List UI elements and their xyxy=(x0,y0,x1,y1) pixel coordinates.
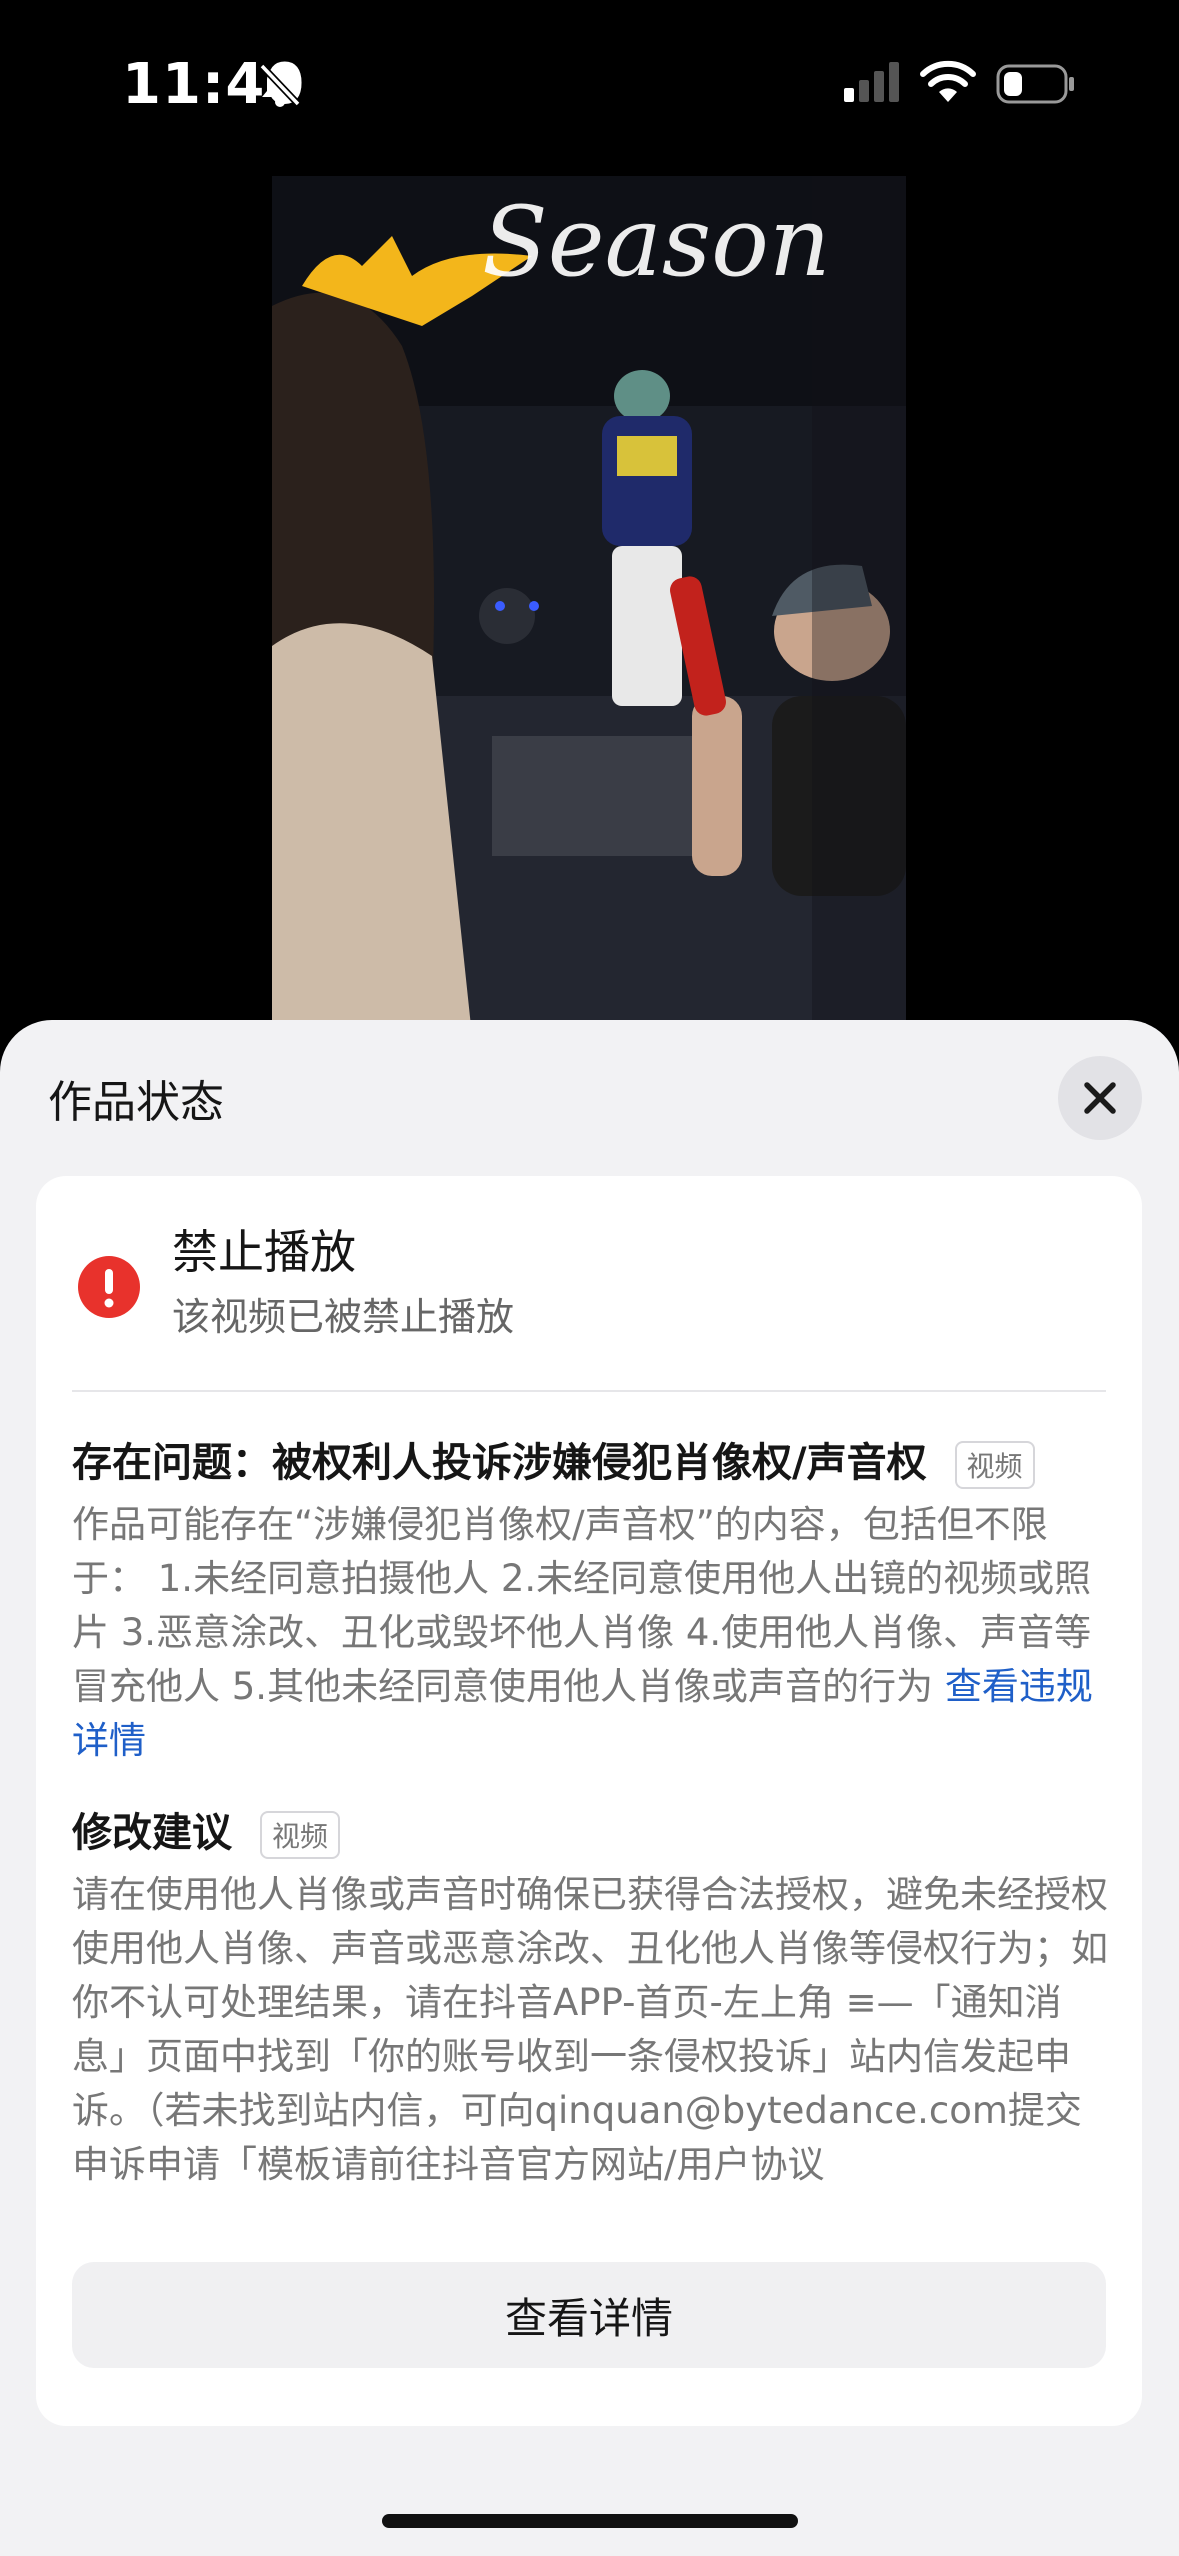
home-indicator[interactable] xyxy=(382,2514,798,2528)
signal-icon xyxy=(842,62,904,106)
wifi-icon xyxy=(920,60,976,106)
video-thumbnail[interactable]: Season xyxy=(272,176,906,1036)
close-icon xyxy=(1084,1082,1116,1114)
view-details-button[interactable]: 查看详情 xyxy=(72,2262,1106,2368)
issue-heading: 存在问题：被权利人投诉涉嫌侵犯肖像权/声音权 xyxy=(72,1440,927,1486)
status-title: 禁止播放 xyxy=(172,1225,356,1279)
issue-heading-row: 存在问题：被权利人投诉涉嫌侵犯肖像权/声音权 视频 xyxy=(72,1430,1035,1489)
battery-icon xyxy=(996,64,1076,108)
issue-description-block: 作品可能存在“涉嫌侵犯肖像权/声音权”的内容，包括但不限于： 1.未经同意拍摄他… xyxy=(72,1498,1112,1768)
sheet-title: 作品状态 xyxy=(48,1077,224,1128)
status-card: 禁止播放 该视频已被禁止播放 存在问题：被权利人投诉涉嫌侵犯肖像权/声音权 视频… xyxy=(36,1176,1142,2426)
divider xyxy=(72,1390,1106,1392)
video-banner-text: Season xyxy=(482,186,831,298)
bell-slash-icon xyxy=(258,62,302,112)
suggestion-heading-row: 修改建议 视频 xyxy=(72,1800,340,1859)
suggestion-description: 请在使用他人肖像或声音时确保已获得合法授权，避免未经授权使用他人肖像、声音或恶意… xyxy=(72,1873,1108,2186)
suggestion-heading: 修改建议 xyxy=(72,1810,232,1856)
status-bar: 11:40 xyxy=(0,0,1179,170)
status-row: 禁止播放 该视频已被禁止播放 xyxy=(36,1216,1142,1339)
close-button[interactable] xyxy=(1058,1056,1142,1140)
suggestion-tag: 视频 xyxy=(259,1811,340,1859)
work-status-sheet: 作品状态 禁止播放 该视频已被禁止播放 存在问题：被权利人投诉涉嫌侵犯肖像权/声… xyxy=(0,1020,1179,2556)
alert-icon xyxy=(78,1256,140,1318)
issue-description: 作品可能存在“涉嫌侵犯肖像权/声音权”的内容，包括但不限于： 1.未经同意拍摄他… xyxy=(72,1503,1092,1708)
status-subtitle: 该视频已被禁止播放 xyxy=(172,1295,515,1339)
issue-tag: 视频 xyxy=(954,1441,1035,1489)
